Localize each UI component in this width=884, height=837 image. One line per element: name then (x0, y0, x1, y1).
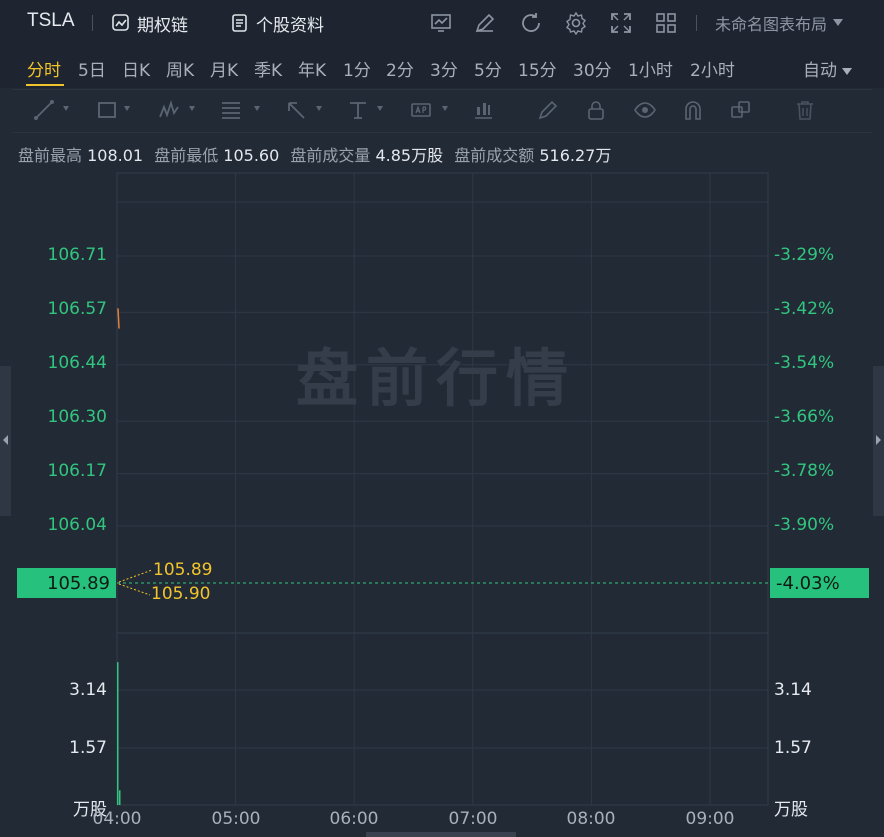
time-tick-label: 06:00 (329, 809, 379, 829)
chevron-right-icon (876, 435, 881, 445)
left-panel-handle[interactable] (0, 366, 11, 516)
price-tick-label: 106.57 (47, 299, 107, 319)
volume-tick-label: 3.14 (69, 680, 107, 700)
time-scrollbar[interactable] (366, 832, 516, 837)
current-price-badge: 105.89 (17, 568, 116, 598)
volume-bar (117, 662, 119, 805)
volume-tick-label-right: 3.14 (774, 680, 812, 700)
chevron-left-icon (3, 435, 8, 445)
time-tick-label: 08:00 (566, 809, 616, 829)
volume-bar (119, 790, 121, 805)
price-tick-label: 106.17 (47, 461, 107, 481)
chart-grid (116, 172, 769, 806)
percent-tick-label: -3.78% (774, 461, 835, 481)
percent-tick-label: -3.90% (774, 515, 835, 535)
price-annotation: 105.89 (153, 560, 213, 580)
price-tick-label: 106.71 (47, 245, 107, 265)
price-tick-label: 106.44 (47, 353, 107, 373)
annotation-leader (118, 583, 151, 596)
price-annotation: 105.90 (151, 584, 211, 604)
time-tick-label: 05:00 (211, 809, 261, 829)
chart-watermark: 盘前行情 (296, 342, 577, 415)
price-tick-label: 106.30 (47, 407, 107, 427)
percent-tick-label: -3.42% (774, 299, 835, 319)
percent-tick-label: -3.66% (774, 407, 835, 427)
price-tick-label: 106.04 (47, 515, 107, 535)
percent-tick-label: -3.54% (774, 353, 835, 373)
volume-unit-label-right: 万股 (774, 800, 808, 820)
annotation-leader (118, 569, 153, 583)
volume-tick-label-right: 1.57 (774, 738, 812, 758)
price-series-line (117, 308, 120, 329)
chart-frame (116, 172, 769, 806)
volume-tick-label: 1.57 (69, 738, 107, 758)
time-tick-label: 04:00 (92, 809, 142, 829)
percent-tick-label: -3.29% (774, 245, 835, 265)
time-tick-label: 07:00 (448, 809, 498, 829)
time-tick-label: 09:00 (685, 809, 735, 829)
current-percent-badge: -4.03% (770, 568, 869, 598)
right-panel-handle[interactable] (873, 366, 884, 516)
intraday-chart[interactable] (0, 0, 884, 837)
